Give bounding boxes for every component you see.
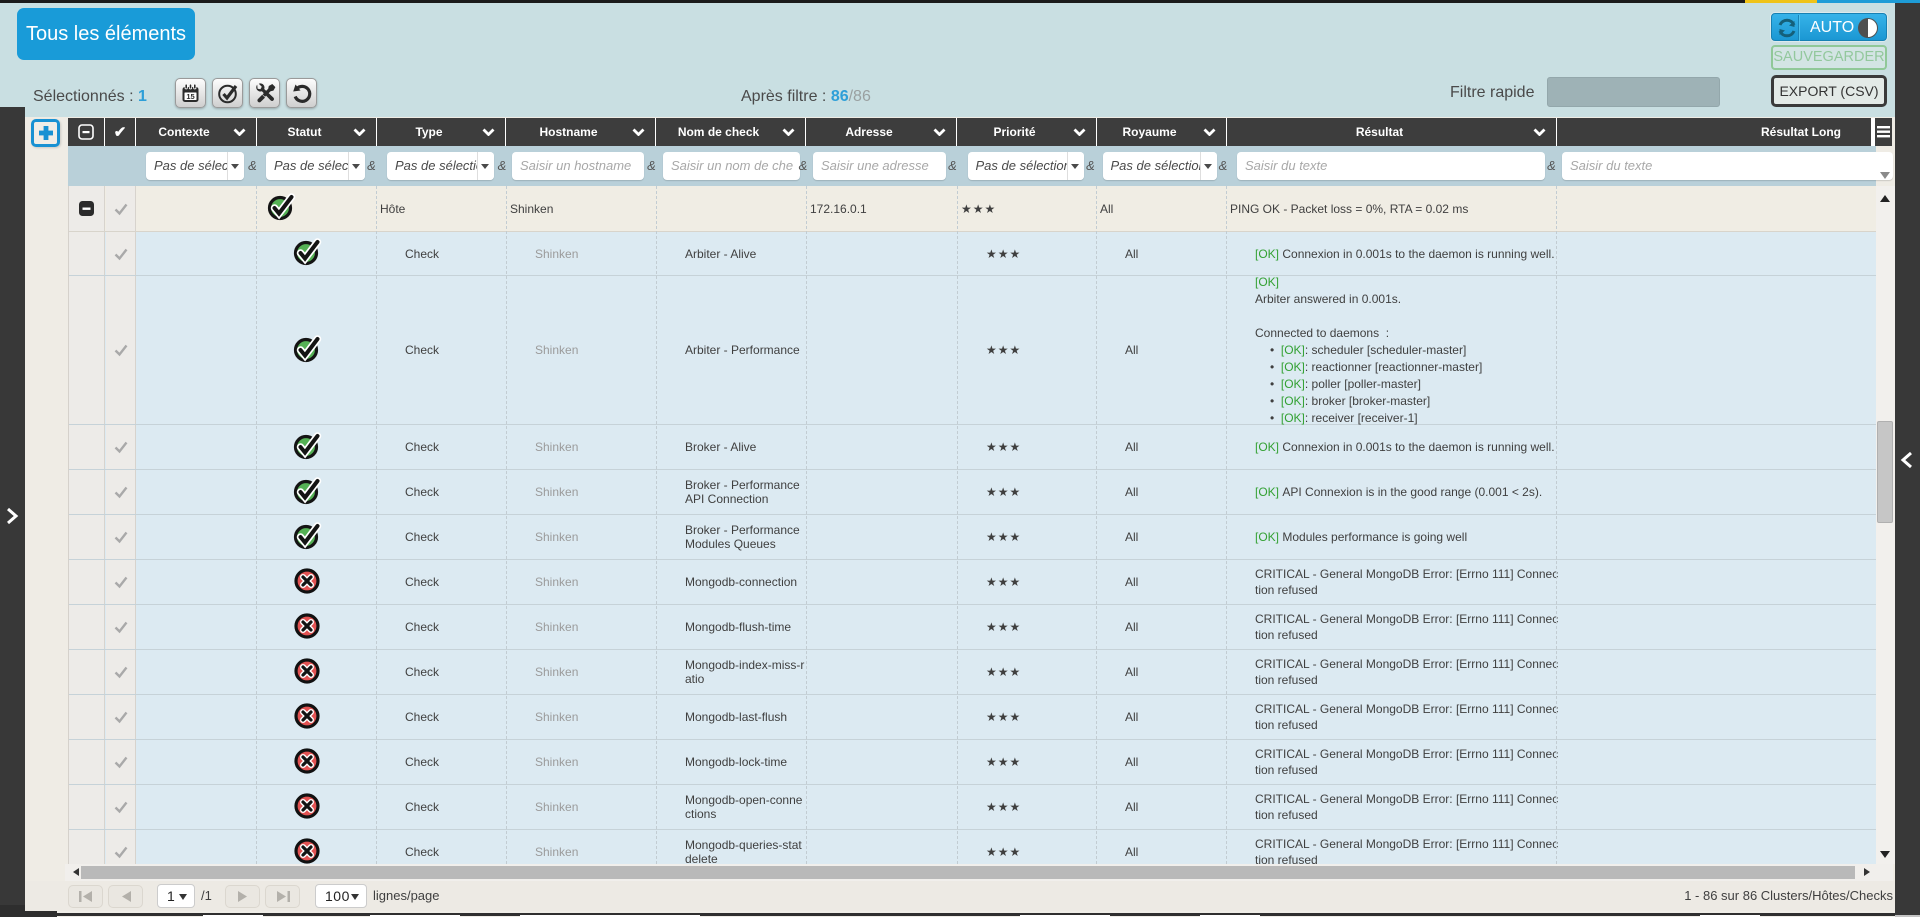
svg-text:15: 15 bbox=[186, 92, 194, 101]
